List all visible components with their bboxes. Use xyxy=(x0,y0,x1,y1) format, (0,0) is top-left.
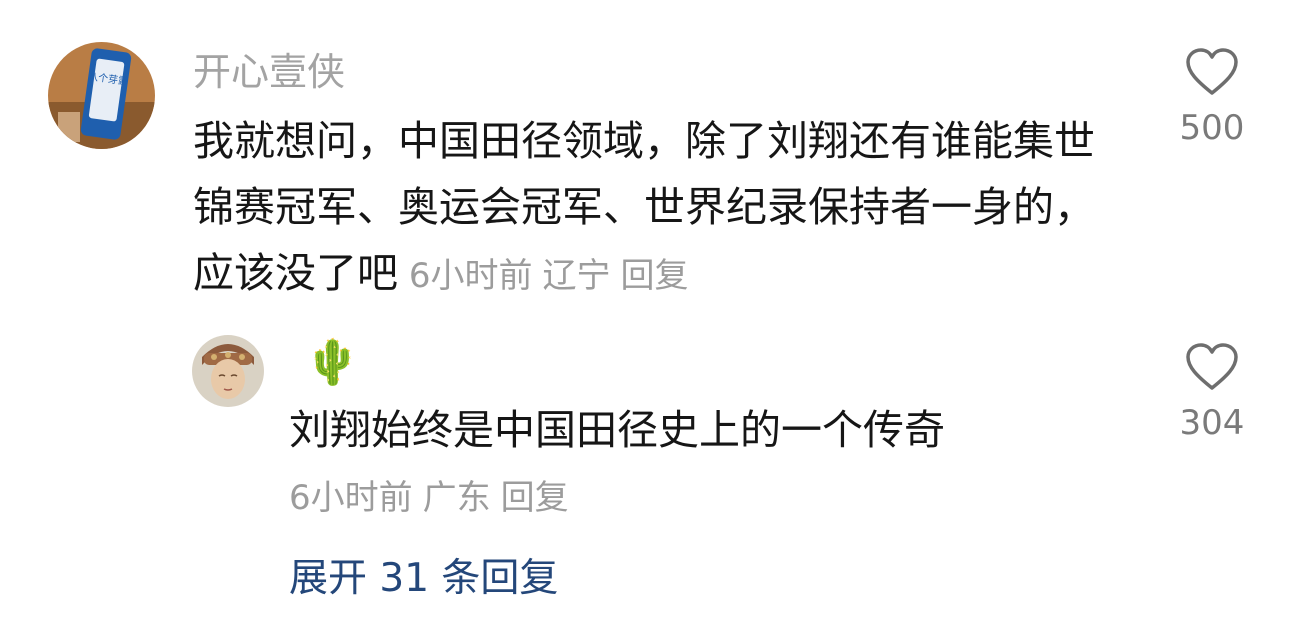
like-count: 500 xyxy=(1179,108,1245,148)
heart-icon xyxy=(1186,343,1238,390)
heart-icon xyxy=(1186,48,1238,95)
reply-time: 6小时前 xyxy=(289,478,413,518)
user-avatar[interactable]: 八个芽露 xyxy=(48,42,155,149)
reply-reply-button[interactable]: 回复 xyxy=(501,478,569,518)
comment-location: 辽宁 xyxy=(542,256,611,296)
comment-time: 6小时前 xyxy=(408,256,533,296)
reply-text: 刘翔始终是中国田径史上的一个传奇 xyxy=(289,406,945,454)
like-button[interactable]: 500 xyxy=(1157,48,1267,148)
comment-username[interactable]: 开心壹侠 xyxy=(193,46,345,98)
comment-body: 我就想问，中国田径领域，除了刘翔还有谁能集世锦赛冠军、奥运会冠军、世界纪录保持者… xyxy=(193,108,1113,309)
reply-like-count: 304 xyxy=(1179,403,1245,443)
reply-like-button[interactable]: 304 xyxy=(1157,343,1267,443)
expand-replies-link[interactable]: 展开 31 条回复 xyxy=(289,553,558,605)
comment-reply-button[interactable]: 回复 xyxy=(620,256,688,296)
comment-meta: 6小时前 辽宁 回复 xyxy=(398,256,698,296)
reply-meta: 6小时前 广东 回复 xyxy=(289,474,579,522)
reply-user-avatar[interactable] xyxy=(192,335,264,407)
reply-username[interactable]: 🌵 xyxy=(305,335,360,391)
reply-location: 广东 xyxy=(422,478,491,518)
